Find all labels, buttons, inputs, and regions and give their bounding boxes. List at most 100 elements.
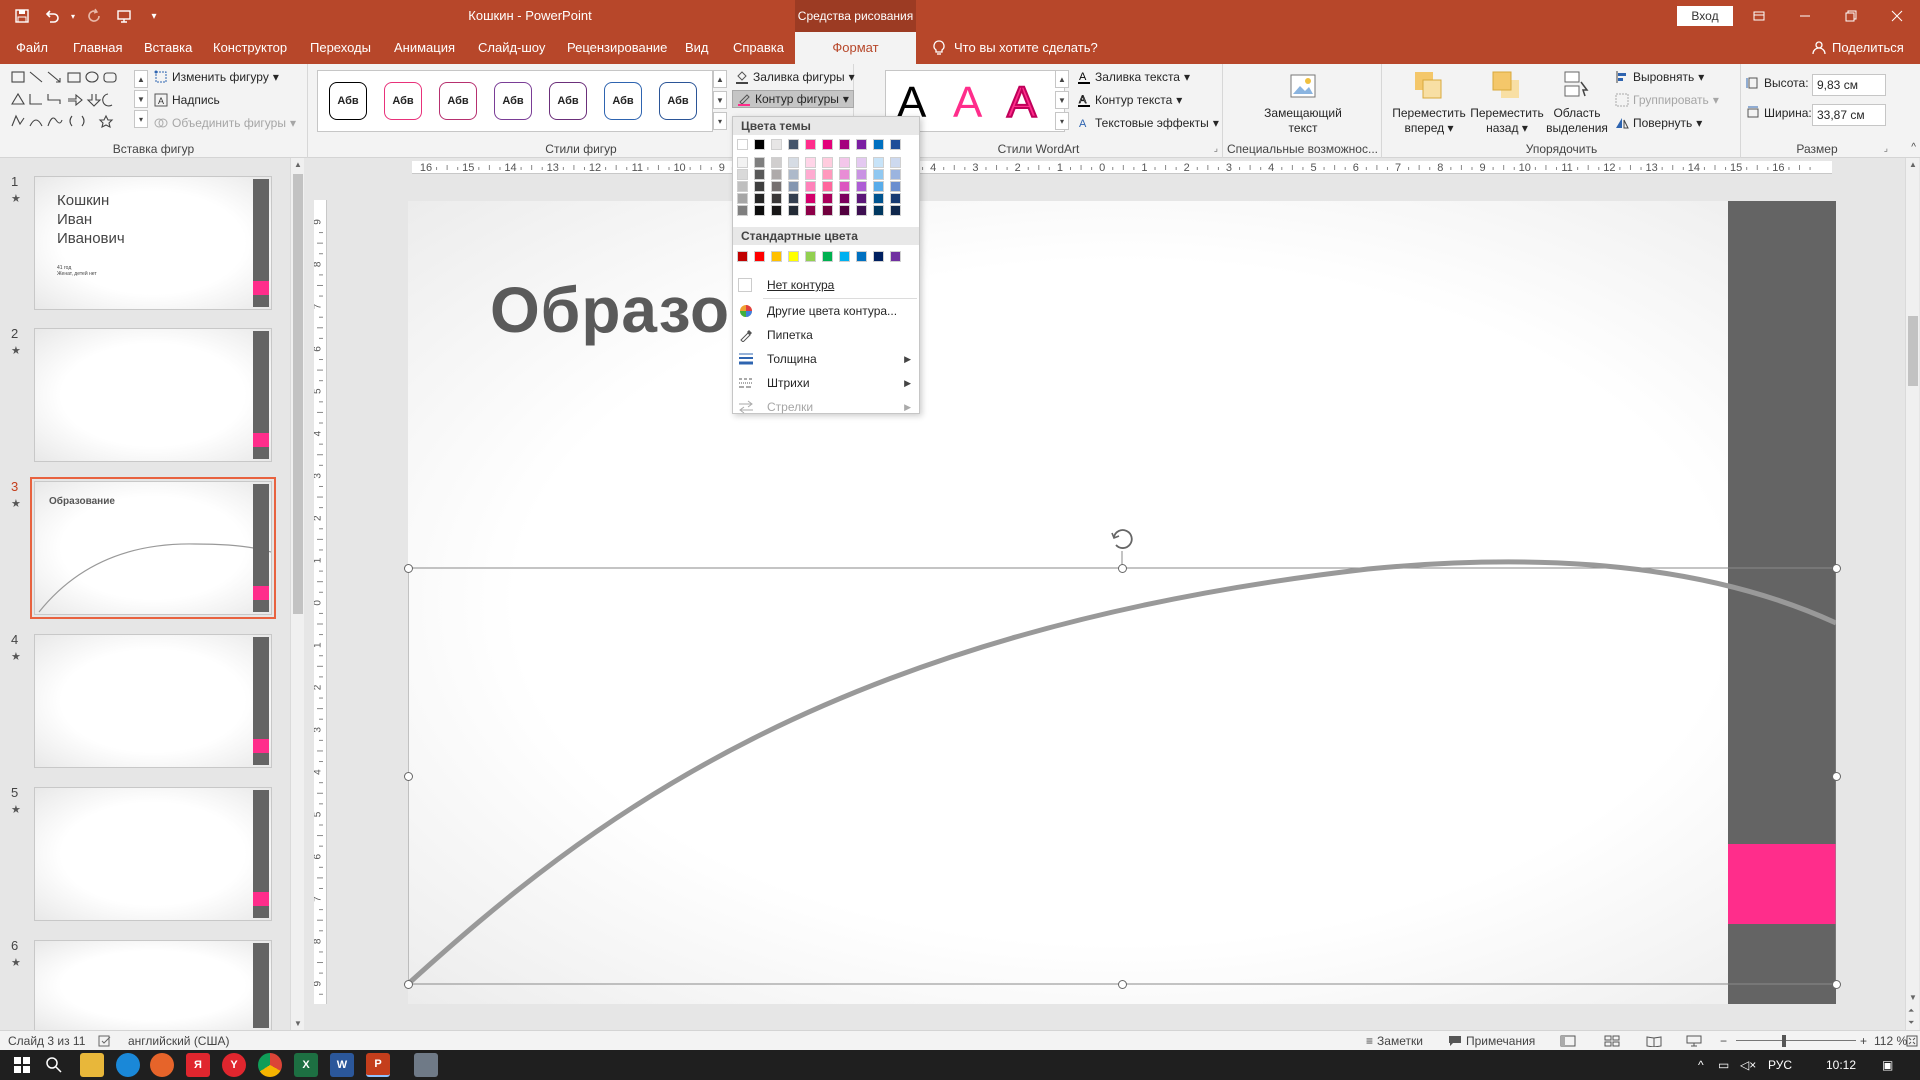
weight-item[interactable]: Толщина ▶ xyxy=(733,348,919,370)
wordart-more[interactable]: ▾ xyxy=(1055,112,1069,130)
tray-chevron-icon[interactable]: ^ xyxy=(1698,1050,1704,1080)
standard-color-swatch[interactable] xyxy=(788,251,799,262)
dashes-item[interactable]: Штрихи ▶ xyxy=(733,372,919,394)
shape-style-option[interactable]: Абв xyxy=(494,82,532,120)
tab-slideshow[interactable]: Слайд-шоу xyxy=(476,32,547,64)
theme-color-shade-swatch[interactable] xyxy=(754,169,765,180)
alt-text-button[interactable]: Замещающий текст xyxy=(1224,106,1382,136)
powerpoint-icon[interactable]: P xyxy=(366,1053,390,1077)
close-icon[interactable] xyxy=(1874,0,1920,32)
bring-forward-button[interactable]: Переместить вперед ▾ xyxy=(1389,106,1469,136)
theme-color-shade-swatch[interactable] xyxy=(771,193,782,204)
theme-color-shade-swatch[interactable] xyxy=(822,193,833,204)
theme-color-shade-swatch[interactable] xyxy=(788,169,799,180)
resize-handle-br[interactable] xyxy=(1832,980,1841,989)
network-icon[interactable]: ▭ xyxy=(1718,1050,1729,1080)
theme-color-shade-swatch[interactable] xyxy=(788,205,799,216)
scroll-down-arrow[interactable]: ▼ xyxy=(294,1019,302,1028)
rotate-button[interactable]: Повернуть ▾ xyxy=(1615,116,1702,130)
resize-handle-t[interactable] xyxy=(1118,564,1127,573)
tab-view[interactable]: Вид xyxy=(683,32,711,64)
tab-review[interactable]: Рецензирование xyxy=(565,32,669,64)
theme-color-shade-swatch[interactable] xyxy=(805,205,816,216)
theme-color-shade-swatch[interactable] xyxy=(873,193,884,204)
standard-color-swatch[interactable] xyxy=(737,251,748,262)
wordart-pink-outline[interactable]: A xyxy=(1006,77,1037,128)
standard-color-swatch[interactable] xyxy=(822,251,833,262)
theme-color-swatch[interactable] xyxy=(873,139,884,150)
chrome-icon[interactable] xyxy=(258,1053,282,1077)
zoom-out-icon[interactable]: − xyxy=(1720,1031,1727,1051)
snipping-tool-icon[interactable] xyxy=(414,1053,438,1077)
theme-color-swatch[interactable] xyxy=(822,139,833,150)
slide-scrollbar[interactable]: ▲ ▼ ⏶ ⏷ xyxy=(1905,158,1919,1030)
slide-thumbnail-4[interactable] xyxy=(34,634,272,768)
zoom-slider[interactable] xyxy=(1736,1031,1856,1051)
theme-color-shade-swatch[interactable] xyxy=(890,169,901,180)
text-fill-button[interactable]: A Заливка текста ▾ xyxy=(1077,70,1190,84)
wordart-scroll-up[interactable]: ▲ xyxy=(1055,70,1069,88)
shape-style-option[interactable]: Абв xyxy=(549,82,587,120)
scroll-down-arrow[interactable]: ▼ xyxy=(1909,993,1917,1002)
slide-thumbnail-5[interactable] xyxy=(34,787,272,921)
spellcheck-icon[interactable] xyxy=(98,1031,112,1051)
standard-color-swatch[interactable] xyxy=(805,251,816,262)
theme-color-swatch[interactable] xyxy=(788,139,799,150)
zoom-in-icon[interactable]: + xyxy=(1860,1031,1867,1051)
arrows-item[interactable]: Стрелки ▶ xyxy=(733,396,919,418)
theme-color-shade-swatch[interactable] xyxy=(737,157,748,168)
theme-color-shade-swatch[interactable] xyxy=(788,193,799,204)
tab-design[interactable]: Конструктор xyxy=(211,32,289,64)
file-explorer-icon[interactable] xyxy=(80,1053,104,1077)
clock[interactable]: 10:12 xyxy=(1826,1050,1856,1080)
wordart-scroll-down[interactable]: ▼ xyxy=(1055,91,1069,109)
styles-more[interactable]: ▾ xyxy=(713,112,727,130)
theme-color-shade-swatch[interactable] xyxy=(839,169,850,180)
ribbon-display-options-icon[interactable] xyxy=(1736,0,1782,32)
slide-thumbnail-2[interactable] xyxy=(34,328,272,462)
theme-color-shade-swatch[interactable] xyxy=(788,157,799,168)
theme-color-swatch[interactable] xyxy=(805,139,816,150)
resize-handle-tl[interactable] xyxy=(404,564,413,573)
send-backward-button[interactable]: Переместить назад ▾ xyxy=(1467,106,1547,136)
eyedropper-item[interactable]: Пипетка xyxy=(733,324,919,346)
theme-color-shade-swatch[interactable] xyxy=(839,157,850,168)
resize-handle-bl[interactable] xyxy=(404,980,413,989)
styles-scroll-down[interactable]: ▼ xyxy=(713,91,727,109)
theme-color-shade-swatch[interactable] xyxy=(839,205,850,216)
theme-color-shade-swatch[interactable] xyxy=(873,205,884,216)
scroll-up-arrow[interactable]: ▲ xyxy=(294,160,302,169)
zoom-slider-thumb[interactable] xyxy=(1782,1035,1786,1047)
theme-color-shade-swatch[interactable] xyxy=(754,193,765,204)
tab-file[interactable]: Файл xyxy=(14,32,50,64)
theme-color-shade-swatch[interactable] xyxy=(856,181,867,192)
theme-color-shade-swatch[interactable] xyxy=(856,205,867,216)
comments-button[interactable]: Примечания xyxy=(1448,1031,1535,1051)
slide-thumbnail-3[interactable]: Образование xyxy=(30,477,276,619)
theme-color-shade-swatch[interactable] xyxy=(873,181,884,192)
edit-shape-button[interactable]: Изменить фигуру ▾ xyxy=(154,70,279,84)
theme-color-swatch[interactable] xyxy=(754,139,765,150)
standard-color-swatch[interactable] xyxy=(754,251,765,262)
tab-help[interactable]: Справка xyxy=(731,32,786,64)
shape-style-option[interactable]: Абв xyxy=(604,82,642,120)
slide-sorter-icon[interactable] xyxy=(1604,1031,1620,1051)
theme-color-shade-swatch[interactable] xyxy=(805,193,816,204)
word-icon[interactable]: W xyxy=(330,1053,354,1077)
shape-style-option[interactable]: Абв xyxy=(439,82,477,120)
theme-color-shade-swatch[interactable] xyxy=(856,157,867,168)
notes-button[interactable]: ≡ Заметки xyxy=(1366,1031,1423,1051)
group-button[interactable]: Группировать ▾ xyxy=(1615,93,1719,107)
yandex-icon[interactable]: Я xyxy=(186,1053,210,1077)
theme-color-shade-swatch[interactable] xyxy=(805,157,816,168)
slide-canvas[interactable]: Образова xyxy=(404,201,1841,1004)
height-input[interactable]: 9,83 см xyxy=(1812,74,1886,96)
theme-color-shade-swatch[interactable] xyxy=(788,181,799,192)
volume-icon[interactable]: ◁× xyxy=(1740,1050,1756,1080)
input-language[interactable]: РУС xyxy=(1768,1050,1792,1080)
minimize-icon[interactable] xyxy=(1782,0,1828,32)
more-outline-colors-item[interactable]: Другие цвета контура... xyxy=(733,300,919,322)
search-icon[interactable] xyxy=(42,1053,66,1077)
theme-color-shade-swatch[interactable] xyxy=(856,169,867,180)
tab-insert[interactable]: Вставка xyxy=(142,32,194,64)
